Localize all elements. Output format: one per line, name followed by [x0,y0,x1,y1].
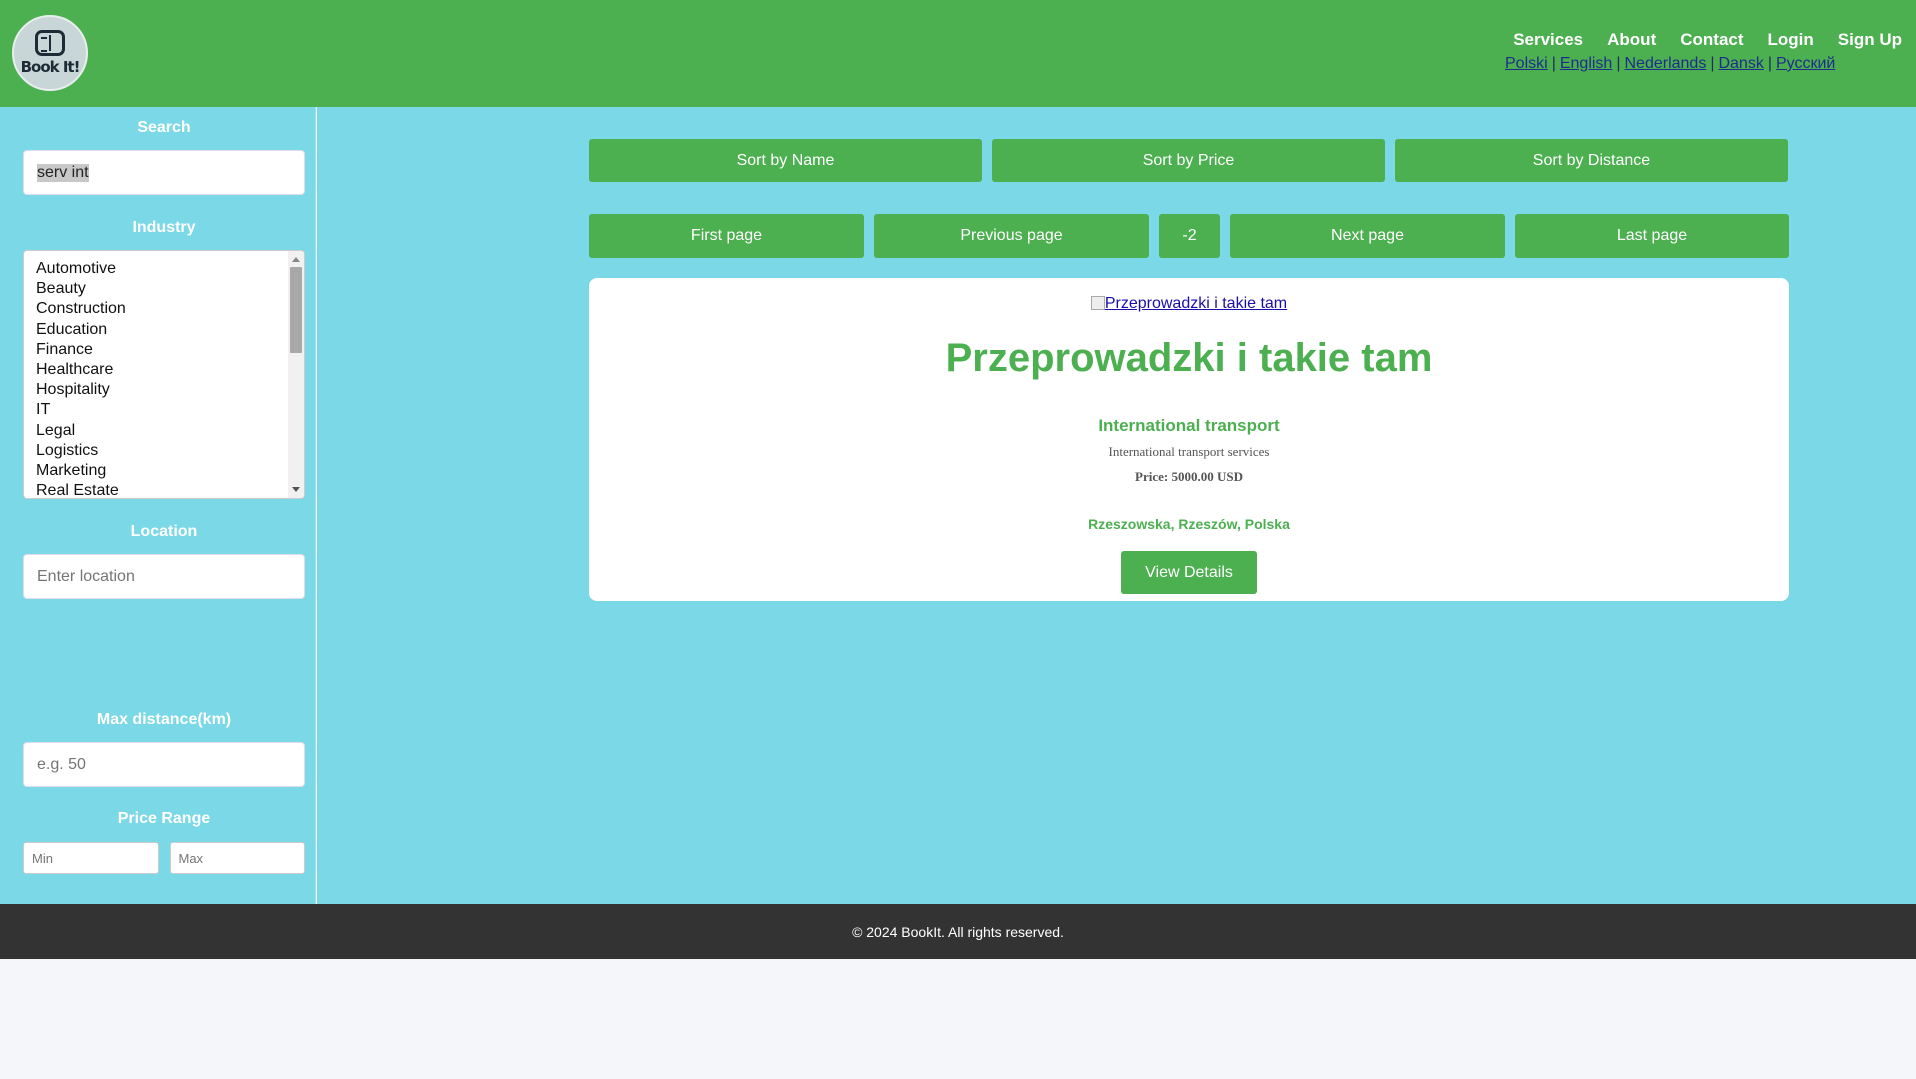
price-min-input[interactable]: Min [23,842,159,874]
book-icon [35,30,65,56]
main-nav: Services About Contact Login Sign Up [1489,30,1902,50]
sort-by-distance-button[interactable]: Sort by Distance [1395,139,1788,182]
scroll-up-arrow-icon[interactable] [292,257,300,262]
nav-login[interactable]: Login [1768,30,1814,50]
service-image-alt[interactable]: Przeprowadzki i takie tam [1105,295,1287,312]
search-label: Search [137,119,191,136]
search-input-value: serv int [37,163,89,182]
distance-input[interactable]: e.g. 50 [23,742,305,787]
filter-sidebar: Search serv int Industry Automotive Beau… [0,107,316,904]
nav-signup[interactable]: Sign Up [1838,30,1902,50]
view-details-button[interactable]: View Details [1121,551,1257,594]
industry-option[interactable]: Automotive [36,259,304,279]
scrollbar-thumb[interactable] [290,267,302,353]
nav-contact[interactable]: Contact [1680,30,1743,50]
industry-option[interactable]: Logistics [36,441,304,461]
current-page-indicator[interactable]: -2 [1159,214,1220,258]
lang-english[interactable]: English [1560,55,1612,72]
industry-select[interactable]: Automotive Beauty Construction Education… [23,250,305,499]
service-price: Price: 5000.00 USD [1135,469,1243,484]
service-name: International transport [1098,416,1280,435]
bookit-logo[interactable]: Book It! [12,15,88,91]
industry-option[interactable]: Finance [36,340,304,360]
lang-russian[interactable]: Русский [1776,55,1835,72]
distance-label: Max distance(km) [96,711,232,728]
next-page-button[interactable]: Next page [1230,214,1505,258]
last-page-button[interactable]: Last page [1515,214,1789,258]
broken-image-icon [1090,296,1105,310]
service-location: Rzeszowska, Rzeszów, Polska [1088,516,1290,532]
nav-about[interactable]: About [1607,30,1656,50]
price-max-input[interactable]: Max [169,842,305,874]
industry-option[interactable]: Education [36,320,304,340]
service-image-link[interactable]: Przeprowadzki i takie tam [589,295,1789,313]
price-range-label: Price Range [117,810,211,827]
copyright-text: © 2024 BookIt. All rights reserved. [852,923,1064,940]
sort-by-price-button[interactable]: Sort by Price [992,139,1385,182]
lang-nederlands[interactable]: Nederlands [1624,55,1706,72]
site-header: Book It! Services About Contact Login Si… [0,0,1916,107]
previous-page-button[interactable]: Previous page [874,214,1149,258]
industry-option[interactable]: IT [36,400,304,420]
industry-label: Industry [132,219,196,236]
location-label: Location [130,523,198,540]
industry-option[interactable]: Legal [36,421,304,441]
service-description: International transport services [1108,444,1270,459]
service-title: Przeprowadzki i takie tam [945,336,1433,380]
industry-option[interactable]: Construction [36,299,304,319]
industry-scrollbar[interactable] [288,251,304,498]
lang-dansk[interactable]: Dansk [1718,55,1763,72]
first-page-button[interactable]: First page [589,214,864,258]
lang-polski[interactable]: Polski [1505,55,1548,72]
industry-option[interactable]: Real Estate [36,481,304,498]
scroll-down-arrow-icon[interactable] [292,487,300,492]
logo-text: Book It! [20,58,81,76]
industry-option[interactable]: Beauty [36,279,304,299]
service-card: Przeprowadzki i takie tam Przeprowadzki … [589,278,1789,601]
search-input[interactable]: serv int [23,150,305,195]
location-input[interactable]: Enter location [23,554,305,599]
site-footer: © 2024 BookIt. All rights reserved. [0,904,1916,959]
price-range-inputs: Min Max [23,842,305,874]
industry-option[interactable]: Healthcare [36,360,304,380]
industry-option[interactable]: Marketing [36,461,304,481]
sort-by-name-button[interactable]: Sort by Name [589,139,982,182]
industry-option[interactable]: Hospitality [36,380,304,400]
nav-services[interactable]: Services [1513,30,1583,50]
language-switcher: Polski | English | Nederlands | Dansk | Русский [1505,55,1836,72]
